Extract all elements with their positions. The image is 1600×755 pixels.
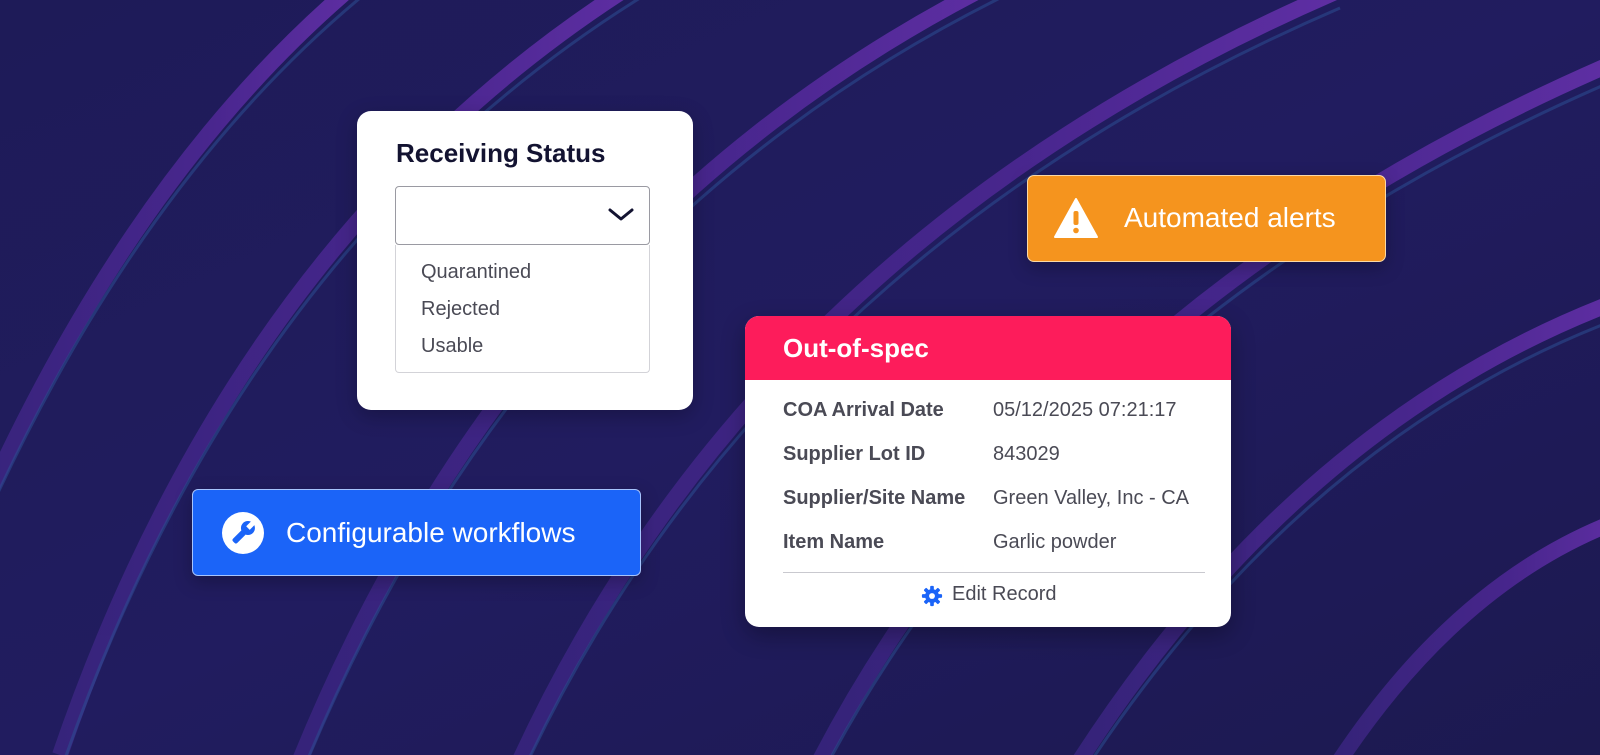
record-divider [783, 572, 1205, 573]
status-option-usable[interactable]: Usable [396, 331, 649, 368]
gear-icon [921, 585, 943, 607]
status-option-quarantined[interactable]: Quarantined [396, 257, 649, 294]
field-value-supplier-lot-id: 843029 [993, 443, 1060, 465]
receiving-status-options: Quarantined Rejected Usable [395, 245, 650, 373]
record-row: COA Arrival Date 05/12/2025 07:21:17 [783, 399, 1203, 429]
out-of-spec-card: Out-of-spec COA Arrival Date 05/12/2025 … [745, 316, 1231, 627]
configurable-workflows-label: Configurable workflows [286, 517, 576, 548]
record-row: Supplier/Site Name Green Valley, Inc - C… [783, 487, 1203, 517]
hero-banner: Receiving Status Quarantined Rejected Us… [0, 0, 1600, 755]
chevron-down-icon [608, 208, 634, 221]
field-value-supplier-site-name: Green Valley, Inc - CA [993, 487, 1189, 509]
field-value-item-name: Garlic powder [993, 531, 1117, 553]
automated-alerts-badge: Automated alerts [1027, 175, 1386, 262]
record-row: Item Name Garlic powder [783, 531, 1203, 561]
status-option-rejected[interactable]: Rejected [396, 294, 649, 331]
field-label-item-name: Item Name [783, 531, 885, 553]
field-label-supplier-lot-id: Supplier Lot ID [783, 443, 926, 465]
receiving-status-select[interactable] [395, 186, 650, 245]
configurable-workflows-badge: Configurable workflows [192, 489, 641, 576]
field-label-coa-arrival-date: COA Arrival Date [783, 399, 944, 421]
out-of-spec-title: Out-of-spec [783, 333, 929, 363]
field-label-supplier-site-name: Supplier/Site Name [783, 487, 966, 509]
automated-alerts-label: Automated alerts [1124, 202, 1336, 233]
wrench-icon [222, 512, 264, 554]
receiving-status-title: Receiving Status [396, 138, 606, 168]
edit-record-label: Edit Record [952, 583, 1057, 605]
field-value-coa-arrival-date: 05/12/2025 07:21:17 [993, 399, 1177, 421]
out-of-spec-header: Out-of-spec [745, 316, 1231, 380]
receiving-status-card: Receiving Status Quarantined Rejected Us… [357, 111, 693, 410]
record-row: Supplier Lot ID 843029 [783, 443, 1203, 473]
warning-icon [1054, 198, 1098, 238]
